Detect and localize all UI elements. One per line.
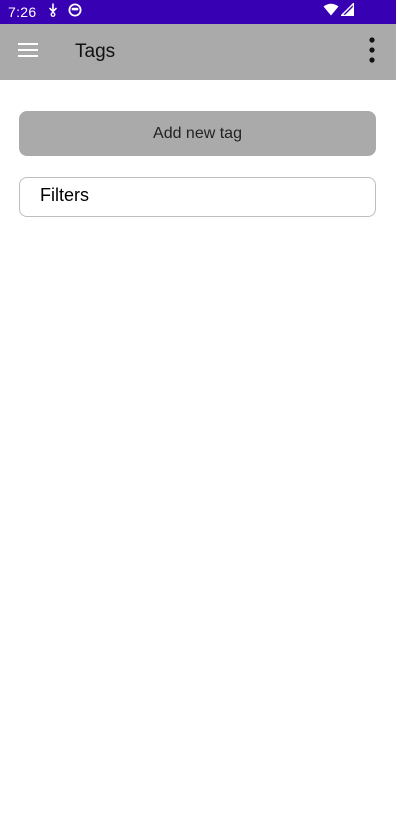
more-options-button[interactable] xyxy=(348,24,396,80)
app-bar: Tags xyxy=(0,24,396,80)
status-time: 7:26 xyxy=(8,4,37,20)
status-right-icons xyxy=(323,1,355,21)
filters-label: Filters xyxy=(40,185,89,205)
signal-icon xyxy=(339,1,355,21)
page-title: Tags xyxy=(75,41,116,62)
status-left-icons xyxy=(48,2,82,22)
status-bar: 7:26 xyxy=(0,0,396,24)
wifi-icon xyxy=(323,3,339,21)
add-new-tag-label: Add new tag xyxy=(153,124,242,142)
app-notification-icon xyxy=(68,3,82,22)
menu-button[interactable] xyxy=(0,24,56,80)
add-new-tag-button[interactable]: Add new tag xyxy=(19,111,376,156)
more-vert-icon xyxy=(369,36,375,68)
hamburger-menu-icon xyxy=(18,42,38,62)
filters-panel[interactable]: Filters xyxy=(19,177,376,217)
download-icon xyxy=(48,2,58,22)
